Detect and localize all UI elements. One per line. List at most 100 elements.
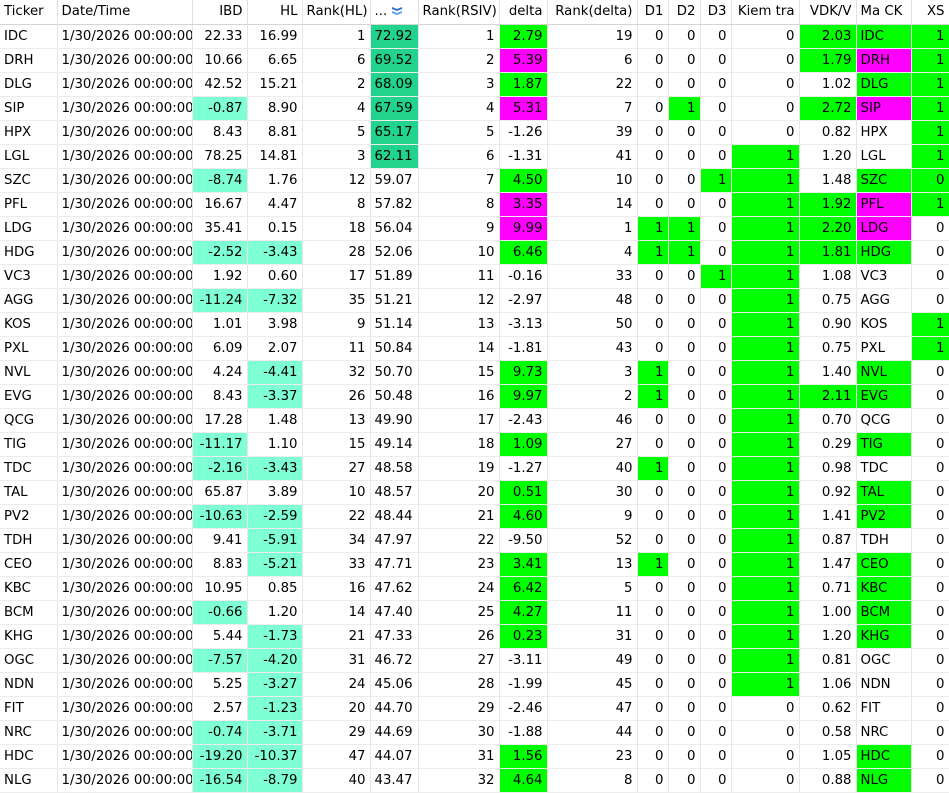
table-row[interactable]: QCG 1/30/2026 00:00:00 17.28 1.48 13 49.90 17-… <box>0 408 949 433</box>
column-header-rsiv[interactable]: ... <box>370 0 419 25</box>
cell-ibd: 9.41 <box>192 528 248 553</box>
table-row[interactable]: NDN 1/30/2026 00:00:00 5.25 -3.27 24 45.06 28-… <box>0 672 949 697</box>
cell-kiem: 0 <box>731 48 800 73</box>
column-header-dt[interactable]: Date/Time <box>57 0 193 25</box>
cell-rsiv: 47.33 <box>370 624 419 649</box>
cell-d1: 0 <box>637 336 669 361</box>
column-header-vdk[interactable]: VDK/V <box>799 0 857 25</box>
cell-ibd: 5.44 <box>192 624 248 649</box>
table-row[interactable]: TDC 1/30/2026 00:00:00 -2.16 -3.43 27 48.58 19… <box>0 456 949 481</box>
table-row[interactable]: KHG 1/30/2026 00:00:00 5.44 -1.73 21 47.33 26 0… <box>0 624 949 649</box>
column-header-rank-rsiv[interactable]: Rank(RSIV) <box>418 0 500 25</box>
table-row[interactable]: HDC 1/30/2026 00:00:00 -19.20 -10.37 47 44.07… <box>0 744 949 769</box>
table-row[interactable]: HPX 1/30/2026 00:00:00 8.43 8.81 5 65.17 5 -1.2… <box>0 120 949 145</box>
table-row[interactable]: PXL 1/30/2026 00:00:00 6.09 2.07 11 50.84 14 -1… <box>0 336 949 361</box>
cell-ticker: LDG <box>0 216 58 241</box>
table-row[interactable]: KBC 1/30/2026 00:00:00 10.95 0.85 16 47.62 24 6… <box>0 576 949 601</box>
cell-rank-delta: 27 <box>547 432 638 457</box>
table-row[interactable]: AGG 1/30/2026 00:00:00 -11.24 -7.32 35 51.21 1… <box>0 288 949 313</box>
column-header-delta[interactable]: delta <box>499 0 548 25</box>
column-header-label: Rank(RSIV) <box>422 4 497 20</box>
cell-dt: 1/30/2026 00:00:00 <box>57 336 193 361</box>
table-row[interactable]: SZC 1/30/2026 00:00:00 -8.74 1.76 12 59.07 7 4.… <box>0 168 949 193</box>
table-row[interactable]: EVG 1/30/2026 00:00:00 8.43 -3.37 26 50.48 16 9… <box>0 384 949 409</box>
cell-rank-hl: 18 <box>302 216 371 241</box>
cell-rank-delta: 31 <box>547 624 638 649</box>
cell-rank-rsiv: 2 <box>418 48 500 73</box>
cell-ibd: -10.63 <box>192 504 248 529</box>
cell-d3: 0 <box>700 480 732 505</box>
column-header-hl[interactable]: HL <box>247 0 303 25</box>
column-header-rank-delta[interactable]: Rank(delta) <box>547 0 638 25</box>
cell-d1: 0 <box>637 528 669 553</box>
cell-xs: 1 <box>911 120 949 145</box>
table-row[interactable]: PFL 1/30/2026 00:00:00 16.67 4.47 8 57.82 8 3.3… <box>0 192 949 217</box>
table-row[interactable]: TAL 1/30/2026 00:00:00 65.87 3.89 10 48.57 20 0… <box>0 480 949 505</box>
cell-dt: 1/30/2026 00:00:00 <box>57 768 193 793</box>
column-header-label: D2 <box>676 4 696 20</box>
cell-kiem: 0 <box>731 744 800 769</box>
cell-rsiv: 47.71 <box>370 552 419 577</box>
cell-mack: DRH <box>856 48 912 73</box>
cell-delta: 6.42 <box>499 576 548 601</box>
table-row[interactable]: TIG 1/30/2026 00:00:00 -11.17 1.10 15 49.14 18… <box>0 432 949 457</box>
table-row[interactable]: PV2 1/30/2026 00:00:00 -10.63 -2.59 22 48.44 2… <box>0 504 949 529</box>
cell-xs: 0 <box>911 432 949 457</box>
table-row[interactable]: NLG 1/30/2026 00:00:00 -16.54 -8.79 40 43.47 3… <box>0 768 949 793</box>
cell-ibd: -11.24 <box>192 288 248 313</box>
cell-delta: 1.09 <box>499 432 548 457</box>
table-row[interactable]: LGL 1/30/2026 00:00:00 78.25 14.81 3 62.11 6 -1… <box>0 144 949 169</box>
column-header-mack[interactable]: Ma CK <box>856 0 912 25</box>
cell-rank-hl: 26 <box>302 384 371 409</box>
table-row[interactable]: DRH 1/30/2026 00:00:00 10.66 6.65 6 69.52 2 5.3… <box>0 48 949 73</box>
cell-d2: 0 <box>668 384 701 409</box>
table-row[interactable]: CEO 1/30/2026 00:00:00 8.83 -5.21 33 47.71 23 3… <box>0 552 949 577</box>
cell-ibd: 22.33 <box>192 24 248 49</box>
cell-xs: 0 <box>911 168 949 193</box>
cell-ticker: SIP <box>0 96 58 121</box>
table-row[interactable]: KOS 1/30/2026 00:00:00 1.01 3.98 9 51.14 13 -3.… <box>0 312 949 337</box>
cell-hl: 4.47 <box>247 192 303 217</box>
table-row[interactable]: DLG 1/30/2026 00:00:00 42.52 15.21 2 68.09 3 1.… <box>0 72 949 97</box>
cell-d1: 1 <box>637 384 669 409</box>
cell-delta: -1.81 <box>499 336 548 361</box>
table-row[interactable]: OGC 1/30/2026 00:00:00 -7.57 -4.20 31 46.72 27… <box>0 648 949 673</box>
column-header-d2[interactable]: D2 <box>668 0 701 25</box>
cell-rsiv: 45.06 <box>370 672 419 697</box>
column-header-kiem[interactable]: Kiem tra <box>731 0 800 25</box>
cell-dt: 1/30/2026 00:00:00 <box>57 408 193 433</box>
cell-d1: 0 <box>637 168 669 193</box>
cell-xs: 0 <box>911 240 949 265</box>
cell-dt: 1/30/2026 00:00:00 <box>57 480 193 505</box>
cell-hl: -7.32 <box>247 288 303 313</box>
cell-delta: 0.51 <box>499 480 548 505</box>
cell-rsiv: 47.62 <box>370 576 419 601</box>
sort-descending-icon[interactable] <box>391 5 403 17</box>
cell-rank-hl: 3 <box>302 144 371 169</box>
column-header-xs[interactable]: XS <box>911 0 949 25</box>
table-row[interactable]: IDC 1/30/2026 00:00:00 22.33 16.99 1 72.92 1 2.… <box>0 24 949 49</box>
table-row[interactable]: NVL 1/30/2026 00:00:00 4.24 -4.41 32 50.70 15 9… <box>0 360 949 385</box>
cell-d2: 0 <box>668 720 701 745</box>
table-row[interactable]: TDH 1/30/2026 00:00:00 9.41 -5.91 34 47.97 22-… <box>0 528 949 553</box>
table-row[interactable]: SIP 1/30/2026 00:00:00 -0.87 8.90 4 67.59 4 5.3… <box>0 96 949 121</box>
column-header-ibd[interactable]: IBD <box>192 0 248 25</box>
cell-vdk: 1.20 <box>799 144 857 169</box>
column-header-rank-hl[interactable]: Rank(HL) <box>302 0 371 25</box>
cell-d3: 0 <box>700 384 732 409</box>
table-row[interactable]: VC3 1/30/2026 00:00:00 1.92 0.60 17 51.89 11 -0… <box>0 264 949 289</box>
cell-rsiv: 43.47 <box>370 768 419 793</box>
cell-ticker: HDC <box>0 744 58 769</box>
cell-rank-rsiv: 8 <box>418 192 500 217</box>
table-row[interactable]: LDG 1/30/2026 00:00:00 35.41 0.15 18 56.04 9 9.… <box>0 216 949 241</box>
table-row[interactable]: BCM 1/30/2026 00:00:00 -0.66 1.20 14 47.40 25 4… <box>0 600 949 625</box>
table-row[interactable]: FIT 1/30/2026 00:00:00 2.57 -1.23 20 44.70 29-… <box>0 696 949 721</box>
cell-rank-hl: 16 <box>302 576 371 601</box>
column-header-d1[interactable]: D1 <box>637 0 669 25</box>
column-header-ticker[interactable]: Ticker <box>0 0 58 25</box>
cell-vdk: 0.70 <box>799 408 857 433</box>
table-row[interactable]: NRC 1/30/2026 00:00:00 -0.74 -3.71 29 44.69 30… <box>0 720 949 745</box>
table-row[interactable]: HDG 1/30/2026 00:00:00 -2.52 -3.43 28 52.06 10… <box>0 240 949 265</box>
cell-mack: TIG <box>856 432 912 457</box>
column-header-d3[interactable]: D3 <box>700 0 732 25</box>
